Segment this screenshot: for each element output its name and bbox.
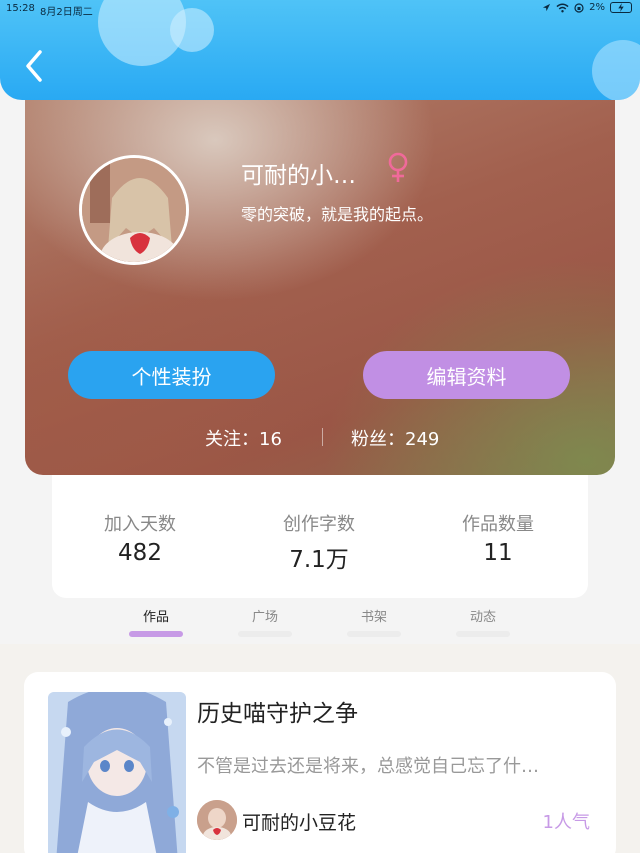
tab-indicator: [347, 631, 401, 637]
stats-card: 加入天数 482 创作字数 7.1万 作品数量 11: [52, 470, 588, 598]
bio: 零的突破，就是我的起点。: [241, 205, 434, 224]
stat-join-days: 加入天数 482: [70, 510, 210, 566]
stat-label: 创作字数: [283, 514, 355, 535]
edit-profile-button[interactable]: 编辑资料: [363, 351, 570, 399]
work-description: 不管是过去还是将来，总感觉自己忘了什…: [197, 756, 539, 777]
tab-indicator-active: [129, 631, 183, 637]
wifi-icon: [556, 3, 569, 12]
avatar[interactable]: [79, 155, 189, 265]
stat-word-count: 创作字数 7.1万: [249, 510, 389, 574]
stat-value: 7.1万: [289, 547, 349, 573]
cover-illustration: [48, 692, 186, 853]
author-avatar-illustration: [197, 800, 237, 840]
decorative-bubble: [592, 40, 640, 100]
fans-count[interactable]: 粉丝：249: [351, 425, 439, 451]
stat-label: 作品数量: [462, 514, 534, 535]
battery-percent: 2%: [589, 2, 605, 13]
status-icons: 2%: [542, 2, 632, 13]
book-cover[interactable]: [48, 692, 186, 853]
author-avatar[interactable]: [197, 800, 237, 840]
back-button[interactable]: [20, 48, 50, 84]
stat-works-count: 作品数量 11: [428, 510, 568, 566]
tab-indicator: [238, 631, 292, 637]
status-time: 15:28: [6, 3, 35, 14]
stat-value: 482: [118, 540, 162, 566]
avatar-illustration: [82, 158, 186, 262]
following-count[interactable]: 关注：16: [205, 425, 282, 451]
dress-up-button[interactable]: 个性装扮: [68, 351, 275, 399]
stat-value: 11: [483, 540, 513, 566]
profile-card: 可耐的小… 零的突破，就是我的起点。 个性装扮 编辑资料 关注：16 粉丝：24…: [25, 80, 615, 475]
tab-bar: 作品 广场 书架 动态: [0, 600, 640, 644]
stat-label: 加入天数: [104, 514, 176, 535]
tab-activity[interactable]: 动态: [455, 606, 511, 625]
tab-square[interactable]: 广场: [237, 606, 293, 625]
username: 可耐的小…: [241, 163, 356, 189]
lock-rotation-icon: [574, 2, 584, 13]
work-title[interactable]: 历史喵守护之争: [197, 694, 358, 728]
work-card[interactable]: 历史喵守护之争 不管是过去还是将来，总感觉自己忘了什… 可耐的小豆花 1人气: [24, 672, 616, 853]
divider: [322, 428, 323, 446]
female-icon: [388, 152, 408, 182]
popularity-count: 1人气: [542, 812, 590, 833]
author-name[interactable]: 可耐的小豆花: [242, 808, 356, 835]
location-icon: [543, 3, 551, 12]
tab-indicator: [456, 631, 510, 637]
chevron-left-icon: [26, 50, 42, 82]
follow-stats: 关注：16 粉丝：249: [25, 425, 615, 451]
status-date: 8月2日周二: [40, 7, 93, 18]
tab-bookshelf[interactable]: 书架: [346, 606, 402, 625]
status-bar: 15:28 8月2日周二 2%: [0, 0, 640, 18]
battery-icon: [610, 2, 632, 13]
tab-works[interactable]: 作品: [128, 606, 184, 625]
